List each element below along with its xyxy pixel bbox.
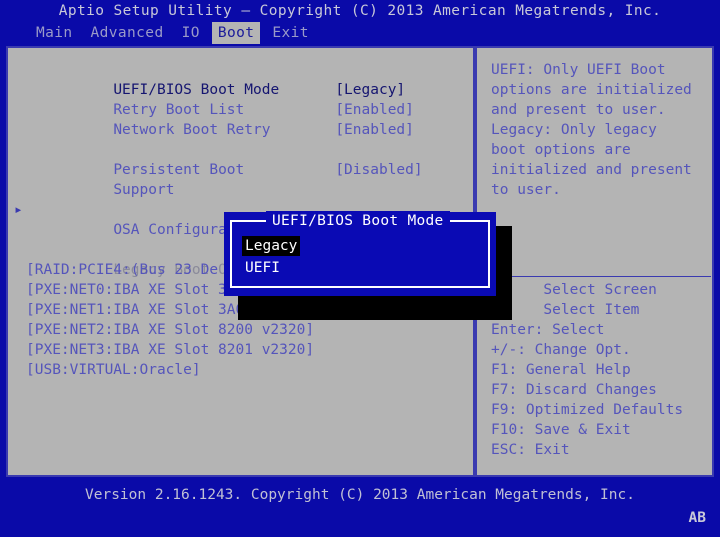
submenu-arrow-icon: ▸ (14, 200, 23, 220)
popup-title: UEFI/BIOS Boot Mode (266, 211, 450, 231)
key-legend-line-f1: F1: General Help (491, 360, 711, 380)
help-line: boot options are (491, 140, 706, 160)
popup-option-uefi[interactable]: UEFI (242, 258, 283, 278)
boot-mode-popup[interactable]: UEFI/BIOS Boot Mode Legacy UEFI (224, 212, 496, 296)
tab-io[interactable]: IO (176, 22, 206, 44)
boot-option-row[interactable]: [USB:VIRTUAL:Oracle] (26, 360, 466, 380)
window-title: Aptio Setup Utility – Copyright (C) 2013… (0, 0, 720, 22)
help-line: options are initialized (491, 80, 706, 100)
tab-main[interactable]: Main (30, 22, 79, 44)
help-divider (483, 276, 711, 277)
help-text: UEFI: Only UEFI Boot options are initial… (491, 60, 706, 200)
corner-label: AB (689, 508, 706, 528)
help-line: initialized and present (491, 160, 706, 180)
help-line: UEFI: Only UEFI Boot (491, 60, 706, 80)
bios-setup-screen: Aptio Setup Utility – Copyright (C) 2013… (0, 0, 720, 537)
row-spacer (26, 120, 466, 140)
boot-option-label: [PXE:NET3:IBA XE Slot 8201 v2320] (26, 340, 314, 360)
boot-option-label: [PXE:NET0:IBA XE Slot 3A (26, 280, 236, 300)
boot-option-row[interactable]: [PXE:NET2:IBA XE Slot 8200 v2320] (26, 320, 466, 340)
setting-row-retry-boot-list[interactable]: Retry Boot List[Enabled] (26, 80, 466, 100)
key-legend-line-f10: F10: Save & Exit (491, 420, 711, 440)
setting-row-network-boot-retry[interactable]: Network Boot Retry[Enabled] (26, 100, 466, 120)
menu-bar: Main Advanced IO BootExit (0, 22, 720, 44)
key-legend-line-f7: F7: Discard Changes (491, 380, 711, 400)
tab-exit[interactable]: Exit (266, 22, 315, 44)
row-spacer (26, 180, 466, 200)
key-legend-line-f9: F9: Optimized Defaults (491, 400, 711, 420)
key-legend-line-change-opt: +/-: Change Opt. (491, 340, 711, 360)
key-legend: Select Screen Select Item Enter: Select … (491, 280, 711, 460)
help-line: Legacy: Only legacy (491, 120, 706, 140)
setting-row-uefi-bios-boot-mode[interactable]: UEFI/BIOS Boot Mode[Legacy] (26, 60, 466, 80)
setting-label-continuation: Support (26, 160, 466, 180)
boot-option-label: [USB:VIRTUAL:Oracle] (26, 360, 201, 380)
key-legend-line-select-screen: Select Screen (491, 280, 711, 300)
tab-boot[interactable]: Boot (212, 22, 261, 44)
footer-version: Version 2.16.1243. Copyright (C) 2013 Am… (0, 483, 720, 507)
boot-option-row[interactable]: [PXE:NET3:IBA XE Slot 8201 v2320] (26, 340, 466, 360)
key-legend-line-esc: ESC: Exit (491, 440, 711, 460)
boot-option-label: [RAID:PCIE4:(Bus 23 De (26, 260, 218, 280)
key-legend-line-select-item: Select Item (491, 300, 711, 320)
setting-row-persistent-boot-support[interactable]: Persistent Boot[Disabled] (26, 140, 466, 160)
popup-option-legacy[interactable]: Legacy (242, 236, 300, 256)
tab-advanced[interactable]: Advanced (85, 22, 170, 44)
help-line: to user. (491, 180, 706, 200)
boot-option-label: [PXE:NET2:IBA XE Slot 8200 v2320] (26, 320, 314, 340)
help-line: and present to user. (491, 100, 706, 120)
key-legend-line-enter: Enter: Select (491, 320, 711, 340)
popup-border: UEFI/BIOS Boot Mode Legacy UEFI (230, 220, 490, 288)
